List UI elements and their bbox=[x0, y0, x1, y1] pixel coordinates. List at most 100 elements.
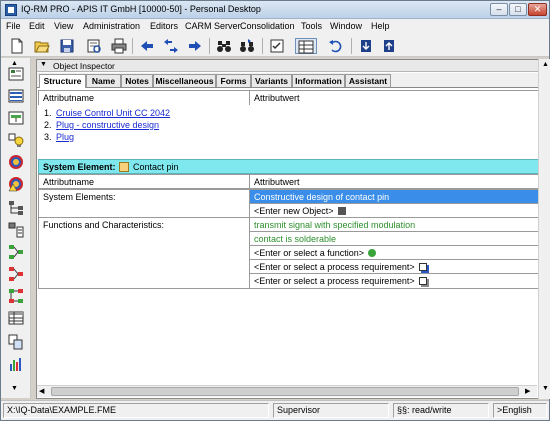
tab-forms[interactable]: Forms bbox=[216, 74, 251, 87]
path-link[interactable]: Plug bbox=[56, 132, 74, 142]
structure-tree-icon[interactable] bbox=[8, 200, 24, 216]
tab-information[interactable]: Information bbox=[292, 74, 345, 87]
inspector-tabs: Structure Name Notes Miscellaneous Forms… bbox=[37, 73, 548, 88]
object-path-list: 1. Cruise Control Unit CC 2042 2. Plug - c… bbox=[38, 105, 548, 157]
lightbulb-icon[interactable] bbox=[8, 132, 24, 148]
path-item: 1. Cruise Control Unit CC 2042 bbox=[44, 108, 171, 118]
title-bar: IQ-RM PRO - APIS IT GmbH [10000-50] - Pe… bbox=[1, 1, 549, 19]
tab-assistant[interactable]: Assistant bbox=[345, 74, 391, 87]
object-inspector: ▼ Object Inspector Structure Name Notes … bbox=[36, 59, 549, 399]
arrow-right-icon[interactable] bbox=[187, 38, 203, 54]
grid-icon[interactable] bbox=[295, 38, 317, 54]
dropdown-arrow-icon[interactable]: ▼ bbox=[40, 61, 47, 68]
tab-variants[interactable]: Variants bbox=[251, 74, 292, 87]
menu-help[interactable]: Help bbox=[371, 21, 390, 31]
menu-bar: File Edit View Administration Editors CA… bbox=[1, 19, 549, 35]
scrollbar-thumb[interactable] bbox=[51, 387, 519, 396]
path-link[interactable]: Cruise Control Unit CC 2042 bbox=[56, 108, 170, 118]
object-icon bbox=[337, 207, 346, 215]
maximize-button[interactable]: □ bbox=[509, 3, 527, 16]
application-window: IQ-RM PRO - APIS IT GmbH [10000-50] - Pe… bbox=[0, 0, 550, 421]
contact-pin-icon bbox=[119, 162, 129, 172]
function-value[interactable]: transmit signal with specified modulatio… bbox=[249, 217, 548, 232]
close-button[interactable]: ✕ bbox=[528, 3, 547, 16]
scroll-left-icon[interactable]: ◀ bbox=[39, 387, 44, 395]
enter-process-requirement-field[interactable]: <Enter or select a process requirement> bbox=[249, 273, 548, 289]
tab-name[interactable]: Name bbox=[86, 74, 121, 87]
column-header-name: Attributname bbox=[38, 90, 250, 106]
undo-icon[interactable] bbox=[328, 38, 344, 54]
binoculars-icon[interactable] bbox=[216, 38, 232, 54]
left-toolbar: ▲ ▼ bbox=[1, 58, 31, 398]
toolbar-separator bbox=[209, 38, 210, 54]
path-item: 2. Plug - constructive design bbox=[44, 120, 160, 130]
status-language: >English bbox=[493, 403, 547, 418]
arrow-split-icon[interactable] bbox=[163, 38, 179, 54]
table-icon[interactable] bbox=[8, 310, 24, 326]
status-bar: X:\IQ-Data\EXAMPLE.FME Supervisor §§: re… bbox=[1, 400, 549, 420]
status-user: Supervisor bbox=[273, 403, 389, 418]
minimize-button[interactable]: – bbox=[490, 3, 508, 16]
form-view-icon[interactable] bbox=[8, 66, 24, 82]
menu-edit[interactable]: Edit bbox=[29, 21, 45, 31]
system-element-value[interactable]: Constructive design of contact pin bbox=[249, 189, 548, 204]
scroll-right-icon[interactable]: ▶ bbox=[525, 387, 530, 395]
column-header-value: Attributwert bbox=[249, 90, 548, 106]
function-link-icon bbox=[368, 249, 377, 257]
print-icon[interactable] bbox=[111, 38, 127, 54]
structure-view-icon[interactable] bbox=[8, 110, 24, 126]
function-net-icon[interactable] bbox=[8, 244, 24, 260]
structure-tree-detail-icon[interactable] bbox=[8, 222, 24, 238]
function-value[interactable]: contact is solderable bbox=[249, 231, 548, 246]
menu-consolidation[interactable]: Consolidation bbox=[240, 21, 295, 31]
path-link[interactable]: Plug - constructive design bbox=[56, 120, 159, 130]
status-file-path: X:\IQ-Data\EXAMPLE.FME bbox=[3, 403, 269, 418]
menu-tools[interactable]: Tools bbox=[301, 21, 322, 31]
tab-miscellaneous[interactable]: Miscellaneous bbox=[153, 74, 216, 87]
print-preview-icon[interactable] bbox=[86, 38, 102, 54]
column-header-value: Attributwert bbox=[249, 174, 548, 189]
window-title: IQ-RM PRO - APIS IT GmbH [10000-50] - Pe… bbox=[21, 4, 261, 14]
inspector-title: Object Inspector bbox=[53, 61, 115, 71]
scroll-down-icon[interactable]: ▼ bbox=[542, 385, 549, 392]
copy-structure-icon[interactable] bbox=[8, 334, 24, 350]
new-document-icon[interactable] bbox=[9, 38, 25, 54]
open-folder-icon[interactable] bbox=[34, 38, 50, 54]
checklist-icon[interactable] bbox=[269, 38, 285, 54]
vertical-scrollbar[interactable]: ▲ ▼ bbox=[538, 59, 550, 399]
target-warning-icon[interactable] bbox=[8, 176, 24, 192]
scroll-down-icon[interactable]: ▼ bbox=[11, 385, 18, 392]
toolbar-separator bbox=[132, 38, 133, 54]
save-icon[interactable] bbox=[59, 38, 75, 54]
arrow-left-icon[interactable] bbox=[139, 38, 155, 54]
binoculars-next-icon[interactable] bbox=[239, 38, 255, 54]
functions-label: Functions and Characteristics: bbox=[38, 217, 250, 289]
path-item: 3. Plug bbox=[44, 132, 75, 142]
system-element-header: System Element: Contact pin bbox=[38, 159, 548, 174]
tab-notes[interactable]: Notes bbox=[121, 74, 153, 87]
export-icon[interactable] bbox=[358, 38, 374, 54]
enter-process-requirement-field[interactable]: <Enter or select a process requirement> bbox=[249, 259, 548, 274]
process-requirement-icon bbox=[418, 263, 427, 271]
inspector-header: ▼ Object Inspector bbox=[37, 60, 548, 72]
enter-function-field[interactable]: <Enter or select a function> bbox=[249, 245, 548, 260]
new-object-field[interactable]: <Enter new Object> bbox=[249, 203, 548, 218]
list-view-icon[interactable] bbox=[8, 88, 24, 104]
toolbar bbox=[1, 35, 549, 57]
menu-administration[interactable]: Administration bbox=[83, 21, 140, 31]
menu-window[interactable]: Window bbox=[330, 21, 362, 31]
column-header-name: Attributname bbox=[38, 174, 250, 189]
menu-view[interactable]: View bbox=[54, 21, 73, 31]
target-icon[interactable] bbox=[8, 154, 24, 170]
import-icon[interactable] bbox=[381, 38, 397, 54]
bar-chart-icon[interactable] bbox=[8, 356, 24, 372]
mixed-net-icon[interactable] bbox=[8, 288, 24, 304]
system-element-name: Contact pin bbox=[133, 162, 179, 172]
menu-file[interactable]: File bbox=[6, 21, 21, 31]
menu-carm-server[interactable]: CARM Server bbox=[185, 21, 241, 31]
horizontal-scrollbar[interactable]: ◀ ▶ bbox=[37, 385, 537, 397]
tab-structure[interactable]: Structure bbox=[39, 74, 86, 88]
scroll-up-icon[interactable]: ▲ bbox=[542, 61, 549, 68]
failure-net-icon[interactable] bbox=[8, 266, 24, 282]
menu-editors[interactable]: Editors bbox=[150, 21, 178, 31]
